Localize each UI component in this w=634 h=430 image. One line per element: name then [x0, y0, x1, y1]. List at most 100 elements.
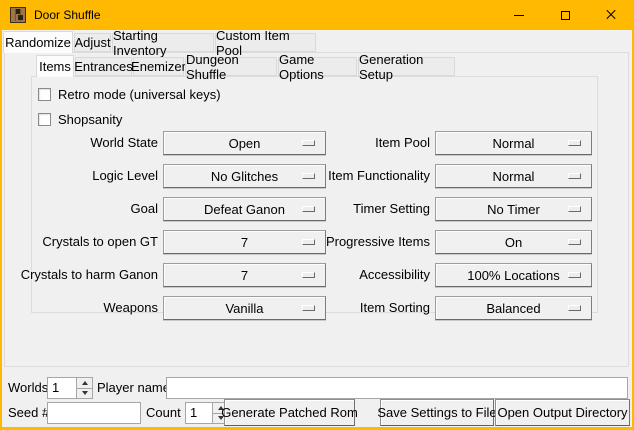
- shopsanity-label: Shopsanity: [58, 112, 122, 127]
- close-button[interactable]: [588, 0, 634, 30]
- subtab-dungeon-shuffle[interactable]: Dungeon Shuffle: [185, 57, 277, 76]
- dropdown-indicator-icon: [302, 272, 315, 278]
- shopsanity-checkbox-box[interactable]: [38, 113, 51, 126]
- subtab-enemizer[interactable]: Enemizer: [133, 57, 184, 76]
- crystals-gt-label: Crystals to open GT: [20, 230, 158, 254]
- timer-setting-value: No Timer: [487, 202, 540, 217]
- subtab-generation-setup-label: Generation Setup: [359, 52, 454, 82]
- subtab-game-options-label: Game Options: [279, 52, 356, 82]
- item-pool-value: Normal: [493, 136, 535, 151]
- tab-randomize-label: Randomize: [5, 35, 71, 50]
- goal-dropdown[interactable]: Defeat Ganon: [163, 197, 326, 221]
- player-names-label: Player names: [97, 377, 176, 399]
- worlds-spin-down-button[interactable]: [77, 388, 92, 399]
- item-pool-dropdown[interactable]: Normal: [435, 131, 592, 155]
- subtab-items[interactable]: Items: [36, 55, 74, 77]
- accessibility-value: 100% Locations: [467, 268, 560, 283]
- crystals-gt-dropdown[interactable]: 7: [163, 230, 326, 254]
- dropdown-indicator-icon: [302, 239, 315, 245]
- minimize-button[interactable]: [496, 0, 542, 30]
- weapons-dropdown[interactable]: Vanilla: [163, 296, 326, 320]
- subtab-enemizer-label: Enemizer: [131, 59, 186, 74]
- dropdown-indicator-icon: [568, 206, 581, 212]
- logic-level-value: No Glitches: [211, 169, 278, 184]
- crystals-ganon-value: 7: [241, 268, 248, 283]
- subtab-entrances-label: Entrances: [74, 59, 133, 74]
- minimize-icon: [514, 15, 524, 16]
- retro-mode-label: Retro mode (universal keys): [58, 87, 221, 102]
- chevron-down-icon: [82, 391, 88, 395]
- item-sorting-dropdown[interactable]: Balanced: [435, 296, 592, 320]
- item-functionality-value: Normal: [493, 169, 535, 184]
- subtab-entrances[interactable]: Entrances: [75, 57, 132, 76]
- item-pool-label: Item Pool: [320, 131, 430, 155]
- save-settings-label: Save Settings to File: [377, 405, 496, 420]
- subtab-game-options[interactable]: Game Options: [278, 57, 357, 76]
- door-shuffle-window: Door Shuffle Randomize Adjust Starting I…: [0, 0, 634, 430]
- open-output-directory-label: Open Output Directory: [497, 405, 627, 420]
- timer-setting-dropdown[interactable]: No Timer: [435, 197, 592, 221]
- weapons-value: Vanilla: [225, 301, 263, 316]
- tab-adjust[interactable]: Adjust: [74, 33, 111, 52]
- save-settings-button[interactable]: Save Settings to File: [380, 399, 494, 426]
- progressive-items-label: Progressive Items: [320, 230, 430, 254]
- goal-label: Goal: [20, 197, 158, 221]
- worlds-value[interactable]: 1: [48, 378, 76, 398]
- seed-label: Seed #: [8, 402, 49, 424]
- generate-patched-rom-button[interactable]: Generate Patched Rom: [224, 399, 355, 426]
- count-value[interactable]: 1: [186, 403, 212, 423]
- crystals-ganon-dropdown[interactable]: 7: [163, 263, 326, 287]
- dropdown-indicator-icon: [302, 206, 315, 212]
- door-icon: [10, 7, 26, 23]
- generate-patched-rom-label: Generate Patched Rom: [221, 405, 358, 420]
- worlds-spinbox[interactable]: 1: [47, 377, 93, 399]
- logic-level-label: Logic Level: [20, 164, 158, 188]
- tab-adjust-label: Adjust: [74, 35, 110, 50]
- tab-randomize[interactable]: Randomize: [3, 31, 73, 53]
- goal-value: Defeat Ganon: [204, 202, 285, 217]
- tab-custom-item-pool[interactable]: Custom Item Pool: [215, 33, 316, 52]
- open-output-directory-button[interactable]: Open Output Directory: [495, 399, 630, 426]
- dropdown-indicator-icon: [568, 173, 581, 179]
- maximize-icon: [561, 11, 570, 20]
- dropdown-indicator-icon: [302, 140, 315, 146]
- accessibility-label: Accessibility: [320, 263, 430, 287]
- player-names-input[interactable]: [166, 377, 628, 399]
- tab-starting-inventory[interactable]: Starting Inventory: [112, 33, 214, 52]
- worlds-spin-up-button[interactable]: [77, 378, 92, 388]
- close-icon: [605, 9, 617, 21]
- window-title: Door Shuffle: [34, 0, 101, 30]
- worlds-label: Worlds: [8, 377, 48, 399]
- retro-mode-checkbox-box[interactable]: [38, 88, 51, 101]
- dropdown-indicator-icon: [302, 305, 315, 311]
- seed-input[interactable]: [47, 402, 141, 424]
- count-label: Count: [146, 402, 181, 424]
- checkbox-retro-mode[interactable]: Retro mode (universal keys): [38, 87, 221, 101]
- accessibility-dropdown[interactable]: 100% Locations: [435, 263, 592, 287]
- crystals-gt-value: 7: [241, 235, 248, 250]
- chevron-up-icon: [82, 381, 88, 385]
- dropdown-indicator-icon: [568, 305, 581, 311]
- subtab-items-label: Items: [39, 59, 71, 74]
- item-sorting-label: Item Sorting: [320, 296, 430, 320]
- dropdown-indicator-icon: [568, 140, 581, 146]
- progressive-items-dropdown[interactable]: On: [435, 230, 592, 254]
- world-state-value: Open: [229, 136, 261, 151]
- subtab-generation-setup[interactable]: Generation Setup: [358, 57, 455, 76]
- item-sorting-value: Balanced: [486, 301, 540, 316]
- crystals-ganon-label: Crystals to harm Ganon: [20, 263, 158, 287]
- titlebar[interactable]: Door Shuffle: [0, 0, 634, 30]
- logic-level-dropdown[interactable]: No Glitches: [163, 164, 326, 188]
- subtab-dungeon-shuffle-label: Dungeon Shuffle: [186, 52, 276, 82]
- progressive-items-value: On: [505, 235, 522, 250]
- weapons-label: Weapons: [20, 296, 158, 320]
- checkbox-shopsanity[interactable]: Shopsanity: [38, 112, 122, 126]
- world-state-dropdown[interactable]: Open: [163, 131, 326, 155]
- item-functionality-label: Item Functionality: [320, 164, 430, 188]
- world-state-label: World State: [20, 131, 158, 155]
- dropdown-indicator-icon: [568, 239, 581, 245]
- timer-setting-label: Timer Setting: [320, 197, 430, 221]
- maximize-button[interactable]: [542, 0, 588, 30]
- item-functionality-dropdown[interactable]: Normal: [435, 164, 592, 188]
- dropdown-indicator-icon: [568, 272, 581, 278]
